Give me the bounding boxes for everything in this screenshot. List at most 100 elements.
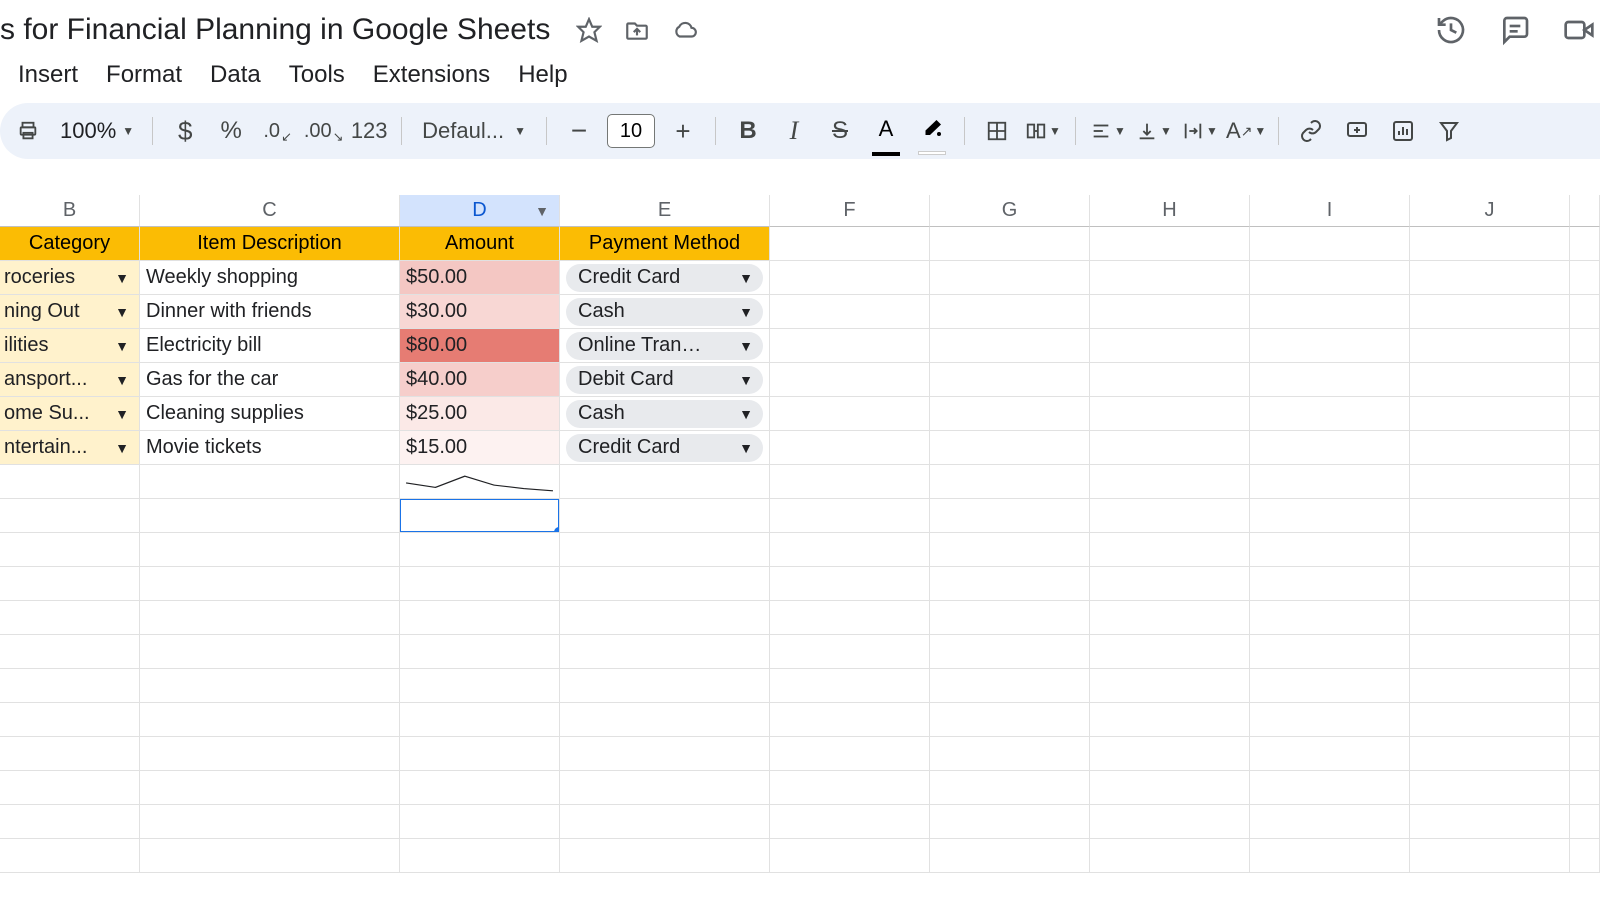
cell[interactable] xyxy=(140,601,400,635)
cell[interactable] xyxy=(1250,499,1410,533)
col-header-J[interactable]: J xyxy=(1410,195,1570,227)
cell[interactable] xyxy=(770,363,930,397)
header-description[interactable]: Item Description xyxy=(140,227,400,261)
cell[interactable] xyxy=(560,533,770,567)
cell[interactable] xyxy=(1410,363,1570,397)
cell[interactable] xyxy=(1570,261,1600,295)
description-cell[interactable]: Weekly shopping xyxy=(140,261,400,295)
cell[interactable] xyxy=(1570,703,1600,737)
col-header-F[interactable]: F xyxy=(770,195,930,227)
category-cell[interactable]: ansport...▼ xyxy=(0,363,140,397)
cell[interactable] xyxy=(1570,295,1600,329)
cell[interactable] xyxy=(1250,635,1410,669)
cell[interactable] xyxy=(930,839,1090,873)
payment-cell[interactable]: Online Tran…▼ xyxy=(560,329,770,363)
chevron-down-icon[interactable]: ▼ xyxy=(115,372,129,388)
cell[interactable] xyxy=(770,601,930,635)
cell[interactable] xyxy=(1090,295,1250,329)
cell[interactable] xyxy=(1250,533,1410,567)
cell[interactable] xyxy=(1090,703,1250,737)
cell[interactable] xyxy=(560,465,770,499)
comment-icon[interactable] xyxy=(1498,13,1532,47)
cell[interactable] xyxy=(770,703,930,737)
cell[interactable] xyxy=(930,567,1090,601)
cloud-saved-icon[interactable] xyxy=(672,17,698,43)
cell[interactable] xyxy=(560,703,770,737)
description-cell[interactable]: Electricity bill xyxy=(140,329,400,363)
meet-icon[interactable] xyxy=(1562,13,1596,47)
col-header-B[interactable]: B xyxy=(0,195,140,227)
category-cell[interactable]: roceries▼ xyxy=(0,261,140,295)
move-icon[interactable] xyxy=(624,17,650,43)
cell[interactable] xyxy=(1250,839,1410,873)
cell[interactable] xyxy=(1090,771,1250,805)
cell[interactable] xyxy=(1410,669,1570,703)
cell[interactable] xyxy=(770,397,930,431)
cell[interactable] xyxy=(930,397,1090,431)
cell[interactable] xyxy=(770,567,930,601)
menu-format[interactable]: Format xyxy=(106,61,182,89)
description-cell[interactable]: Dinner with friends xyxy=(140,295,400,329)
cell[interactable] xyxy=(1410,499,1570,533)
cell[interactable] xyxy=(140,703,400,737)
cell[interactable] xyxy=(1410,771,1570,805)
cell[interactable] xyxy=(770,499,930,533)
payment-chip[interactable]: Credit Card▼ xyxy=(566,434,763,462)
cell[interactable] xyxy=(1570,431,1600,465)
history-icon[interactable] xyxy=(1434,13,1468,47)
cell[interactable] xyxy=(930,261,1090,295)
cell[interactable] xyxy=(1090,635,1250,669)
menu-insert[interactable]: Insert xyxy=(18,61,78,89)
payment-chip[interactable]: Cash▼ xyxy=(566,298,763,326)
font-size-decrease[interactable]: − xyxy=(559,111,599,151)
chevron-down-icon[interactable]: ▼ xyxy=(115,440,129,456)
cell[interactable] xyxy=(930,363,1090,397)
cell[interactable] xyxy=(140,567,400,601)
col-header-E[interactable]: E xyxy=(560,195,770,227)
cell[interactable] xyxy=(400,839,560,873)
cell[interactable] xyxy=(140,669,400,703)
col-header-extra[interactable] xyxy=(1570,195,1600,227)
cell[interactable] xyxy=(140,771,400,805)
merge-cells-button[interactable]: ▼ xyxy=(1023,111,1063,151)
cell[interactable] xyxy=(1250,329,1410,363)
payment-chip[interactable]: Cash▼ xyxy=(566,400,763,428)
cell[interactable] xyxy=(770,635,930,669)
cell[interactable] xyxy=(560,567,770,601)
cell[interactable] xyxy=(1250,703,1410,737)
strikethrough-button[interactable]: S xyxy=(820,111,860,151)
document-title[interactable]: s for Financial Planning in Google Sheet… xyxy=(0,13,550,47)
cell[interactable] xyxy=(770,227,930,261)
col-header-I[interactable]: I xyxy=(1250,195,1410,227)
cell[interactable] xyxy=(1410,295,1570,329)
cell[interactable] xyxy=(770,329,930,363)
cell[interactable] xyxy=(930,329,1090,363)
cell[interactable] xyxy=(1570,363,1600,397)
description-cell[interactable]: Movie tickets xyxy=(140,431,400,465)
font-size-increase[interactable]: + xyxy=(663,111,703,151)
cell[interactable] xyxy=(1570,669,1600,703)
cell[interactable] xyxy=(1250,363,1410,397)
cell[interactable] xyxy=(770,669,930,703)
cell[interactable] xyxy=(770,431,930,465)
payment-chip[interactable]: Online Tran…▼ xyxy=(566,332,763,360)
col-header-C[interactable]: C xyxy=(140,195,400,227)
print-icon[interactable] xyxy=(8,111,48,151)
amount-cell[interactable]: $50.00 xyxy=(400,261,560,295)
italic-button[interactable]: I xyxy=(774,111,814,151)
cell[interactable] xyxy=(560,839,770,873)
payment-chip[interactable]: Debit Card▼ xyxy=(566,366,763,394)
payment-cell[interactable]: Cash▼ xyxy=(560,295,770,329)
horizontal-align-button[interactable]: ▼ xyxy=(1088,111,1128,151)
cell[interactable] xyxy=(1090,363,1250,397)
cell[interactable] xyxy=(930,533,1090,567)
cell[interactable] xyxy=(1410,601,1570,635)
amount-cell[interactable]: $30.00 xyxy=(400,295,560,329)
cell[interactable] xyxy=(930,669,1090,703)
decrease-decimal-button[interactable]: .0↙ xyxy=(257,111,297,151)
amount-cell[interactable]: $15.00 xyxy=(400,431,560,465)
cell[interactable] xyxy=(1570,805,1600,839)
cell[interactable] xyxy=(1570,601,1600,635)
cell[interactable] xyxy=(1090,737,1250,771)
cell[interactable] xyxy=(1410,839,1570,873)
